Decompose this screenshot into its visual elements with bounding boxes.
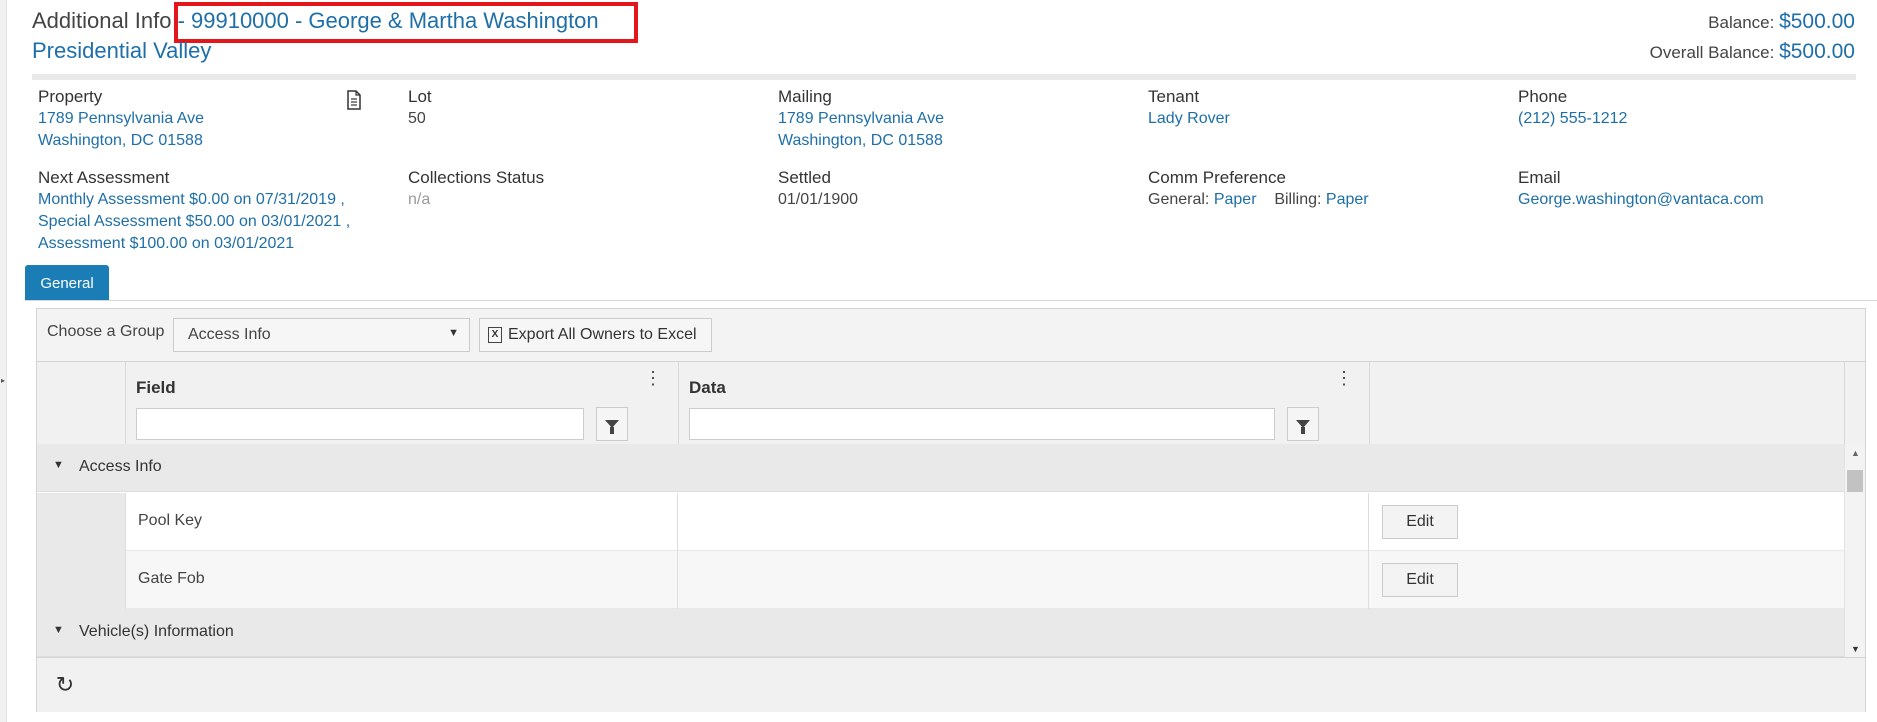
tab-general[interactable]: General — [25, 265, 109, 301]
scroll-down-icon[interactable]: ▼ — [1851, 644, 1860, 654]
mailing-label: Mailing — [778, 87, 832, 106]
field-cell: Pool Key — [125, 493, 678, 551]
settled-value: 01/01/1900 — [778, 191, 859, 208]
comm-block: Comm Preference General: Paper Billing: … — [1148, 167, 1508, 211]
settled-block: Settled 01/01/1900 — [778, 167, 1138, 211]
collections-label: Collections Status — [408, 168, 545, 187]
title-prefix: Additional Info — [32, 8, 172, 33]
export-excel-button[interactable]: X Export All Owners to Excel — [479, 318, 712, 352]
edit-button[interactable]: Edit — [1382, 563, 1458, 597]
header-separator — [32, 74, 1856, 80]
scroll-up-icon[interactable]: ▲ — [1851, 448, 1860, 458]
data-header-label: Data — [689, 378, 726, 397]
field-filter-input[interactable] — [136, 408, 584, 440]
row-indent — [37, 493, 125, 551]
tenant-value[interactable]: Lady Rover — [1148, 108, 1508, 130]
data-filter-button[interactable] — [1287, 407, 1319, 441]
property-label: Property — [38, 87, 103, 106]
grid-header: Field ⋮ Data ⋮ — [37, 362, 1865, 445]
tenant-block: Tenant Lady Rover — [1148, 86, 1508, 130]
property-block: Property 1789 Pennsylvania Ave Washingto… — [38, 86, 398, 152]
overall-balance: Overall Balance: $500.00 — [1650, 40, 1855, 64]
group-select[interactable]: Access Info ▼ — [173, 318, 470, 352]
next-assessment-line3[interactable]: Assessment $100.00 on 03/01/2021 — [38, 233, 398, 255]
collapse-arrow-icon[interactable]: ▸ — [1, 376, 5, 385]
excel-icon: X — [488, 327, 502, 343]
property-line2[interactable]: Washington, DC 01588 — [38, 130, 398, 152]
collections-value: n/a — [408, 191, 431, 208]
balance-label: Balance: — [1708, 13, 1775, 32]
field-cell: Gate Fob — [125, 551, 678, 609]
edit-button[interactable]: Edit — [1382, 505, 1458, 539]
data-column-menu-icon[interactable]: ⋮ — [1335, 369, 1353, 387]
field-column-header: Field ⋮ — [126, 362, 679, 444]
highlight-box — [174, 2, 638, 43]
collapse-triangle-icon[interactable]: ▼ — [53, 624, 64, 636]
lot-value: 50 — [408, 110, 426, 127]
comm-label: Comm Preference — [1148, 168, 1286, 187]
group-row-access-info[interactable]: ▼ Access Info — [37, 444, 1845, 492]
next-assessment-block: Next Assessment Monthly Assessment $0.00… — [38, 167, 398, 255]
lot-label: Lot — [408, 87, 432, 106]
property-line1[interactable]: 1789 Pennsylvania Ave — [38, 108, 398, 130]
tenant-label: Tenant — [1148, 87, 1200, 106]
table-row: Pool Key Edit — [37, 493, 1845, 551]
collapse-triangle-icon[interactable]: ▼ — [53, 459, 64, 471]
field-column-menu-icon[interactable]: ⋮ — [644, 369, 662, 387]
group-row-label: Vehicle(s) Information — [79, 623, 234, 640]
left-gutter: ▸ — [0, 0, 7, 722]
data-cell — [678, 493, 1369, 551]
community-link[interactable]: Presidential Valley — [32, 38, 211, 64]
next-assessment-line1[interactable]: Monthly Assessment $0.00 on 07/31/2019 , — [38, 189, 398, 211]
choose-group-label: Choose a Group — [47, 323, 165, 340]
filter-icon — [1296, 420, 1310, 434]
overall-balance-value[interactable]: $500.00 — [1779, 40, 1855, 63]
refresh-icon[interactable]: ↻ — [52, 672, 78, 698]
next-assessment-line2[interactable]: Special Assessment $50.00 on 03/01/2021 … — [38, 211, 398, 233]
data-grid: Field ⋮ Data ⋮ ▼ Access Info Pool Key Ed… — [37, 361, 1865, 658]
grid-footer: ↻ — [37, 657, 1865, 712]
next-assessment-label: Next Assessment — [38, 168, 170, 187]
collections-block: Collections Status n/a — [408, 167, 768, 211]
group-row-vehicles[interactable]: ▼ Vehicle(s) Information — [37, 609, 1845, 657]
mailing-line1[interactable]: 1789 Pennsylvania Ave — [778, 108, 1138, 130]
group-row-label: Access Info — [79, 458, 162, 475]
comm-billing-value[interactable]: Paper — [1326, 191, 1369, 208]
general-panel: Choose a Group Access Info ▼ X Export Al… — [36, 308, 1866, 712]
balance: Balance: $500.00 — [1708, 10, 1855, 34]
filter-icon — [605, 420, 619, 434]
data-filter-input[interactable] — [689, 408, 1275, 440]
settled-label: Settled — [778, 168, 831, 187]
data-cell — [678, 551, 1369, 609]
document-icon[interactable] — [346, 90, 362, 110]
balance-value[interactable]: $500.00 — [1779, 10, 1855, 33]
comm-billing-label: Billing: — [1274, 191, 1322, 208]
email-value[interactable]: George.washington@vantaca.com — [1518, 189, 1877, 211]
comm-general-value[interactable]: Paper — [1214, 191, 1257, 208]
field-header-label: Field — [136, 378, 176, 397]
chevron-down-icon: ▼ — [448, 327, 459, 339]
mailing-line2[interactable]: Washington, DC 01588 — [778, 130, 1138, 152]
comm-general-label: General: — [1148, 191, 1210, 208]
comm-values: General: Paper Billing: Paper — [1148, 189, 1508, 211]
export-excel-label: Export All Owners to Excel — [508, 326, 697, 343]
indent-column-header — [37, 362, 126, 444]
phone-label: Phone — [1518, 87, 1568, 106]
tab-underline — [25, 300, 1877, 301]
action-column-header — [1370, 362, 1845, 444]
row-indent — [37, 551, 125, 609]
phone-value[interactable]: (212) 555-1212 — [1518, 108, 1877, 130]
mailing-block: Mailing 1789 Pennsylvania Ave Washington… — [778, 86, 1138, 152]
table-row: Gate Fob Edit — [37, 551, 1845, 609]
vertical-scrollbar[interactable]: ▲ ▼ — [1844, 444, 1865, 658]
data-column-header: Data ⋮ — [679, 362, 1370, 444]
lot-block: Lot 50 — [408, 86, 768, 130]
scrollbar-thumb[interactable] — [1847, 470, 1863, 492]
email-label: Email — [1518, 168, 1561, 187]
field-filter-button[interactable] — [596, 407, 628, 441]
phone-block: Phone (212) 555-1212 — [1518, 86, 1877, 130]
email-block: Email George.washington@vantaca.com — [1518, 167, 1877, 211]
group-select-value: Access Info — [188, 326, 271, 343]
overall-balance-label: Overall Balance: — [1649, 43, 1775, 62]
